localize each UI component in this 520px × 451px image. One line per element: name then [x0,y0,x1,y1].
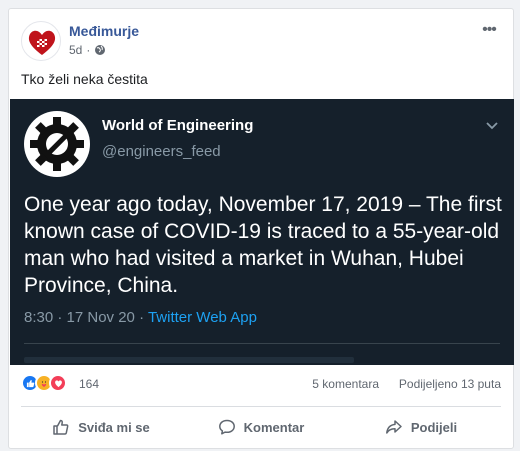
tweet-footer: 8:30 · 17 Nov 20 · Twitter Web App [24,309,257,326]
thumbs-up-icon [53,419,69,435]
tweet-text: One year ago today, November 17, 2019 – … [24,193,502,297]
share-button[interactable]: Podijeli [341,411,501,443]
like-button[interactable]: Sviđa mi se [21,411,181,443]
post-meta: 5d · [69,43,106,57]
post-header: Međimurje 5d · ••• [21,19,501,61]
tweet-divider [24,343,500,344]
tweet-app: Twitter Web App [147,309,257,326]
page-name-link[interactable]: Međimurje [69,23,139,39]
tweet-avatar [24,111,90,177]
meta-separator: · [86,43,91,57]
comment-button-label: Komentar [243,419,305,435]
like-button-label: Sviđa mi se [78,419,150,435]
action-bar: Sviđa mi se Komentar Podijeli [21,411,501,443]
gear-logo-icon [26,113,88,175]
tweet-cut-off-content [24,357,354,363]
post-card: Međimurje 5d · ••• Tko želi neka čestita [8,8,514,449]
comment-icon [218,419,235,435]
tweet-timestamp: 8:30 · 17 Nov 20 · [24,309,148,326]
love-reaction-icon [49,374,67,392]
tweet-author-handle: @engineers_feed [102,143,221,160]
tweet-author-name: World of Engineering [102,117,254,134]
reaction-icons[interactable] [21,374,67,392]
heart-logo-icon [28,30,56,55]
engagement-stats: 164 5 komentara Podijeljeno 13 puta [21,373,501,393]
chevron-down-icon [486,122,498,130]
reaction-count[interactable]: 164 [79,377,99,391]
actions-divider [21,406,501,407]
comment-button[interactable]: Komentar [181,411,341,443]
post-time[interactable]: 5d [69,43,82,57]
more-options-button[interactable]: ••• [477,22,501,43]
page-avatar[interactable] [21,21,61,61]
comment-count-link[interactable]: 5 komentara [312,377,379,391]
tweet-image[interactable]: World of Engineering @engineers_feed One… [10,99,514,365]
share-arrow-icon [385,420,402,434]
post-text: Tko želi neka čestita [21,71,148,87]
globe-icon [95,45,106,55]
share-count-link[interactable]: Podijeljeno 13 puta [399,377,501,391]
share-button-label: Podijeli [410,419,458,435]
